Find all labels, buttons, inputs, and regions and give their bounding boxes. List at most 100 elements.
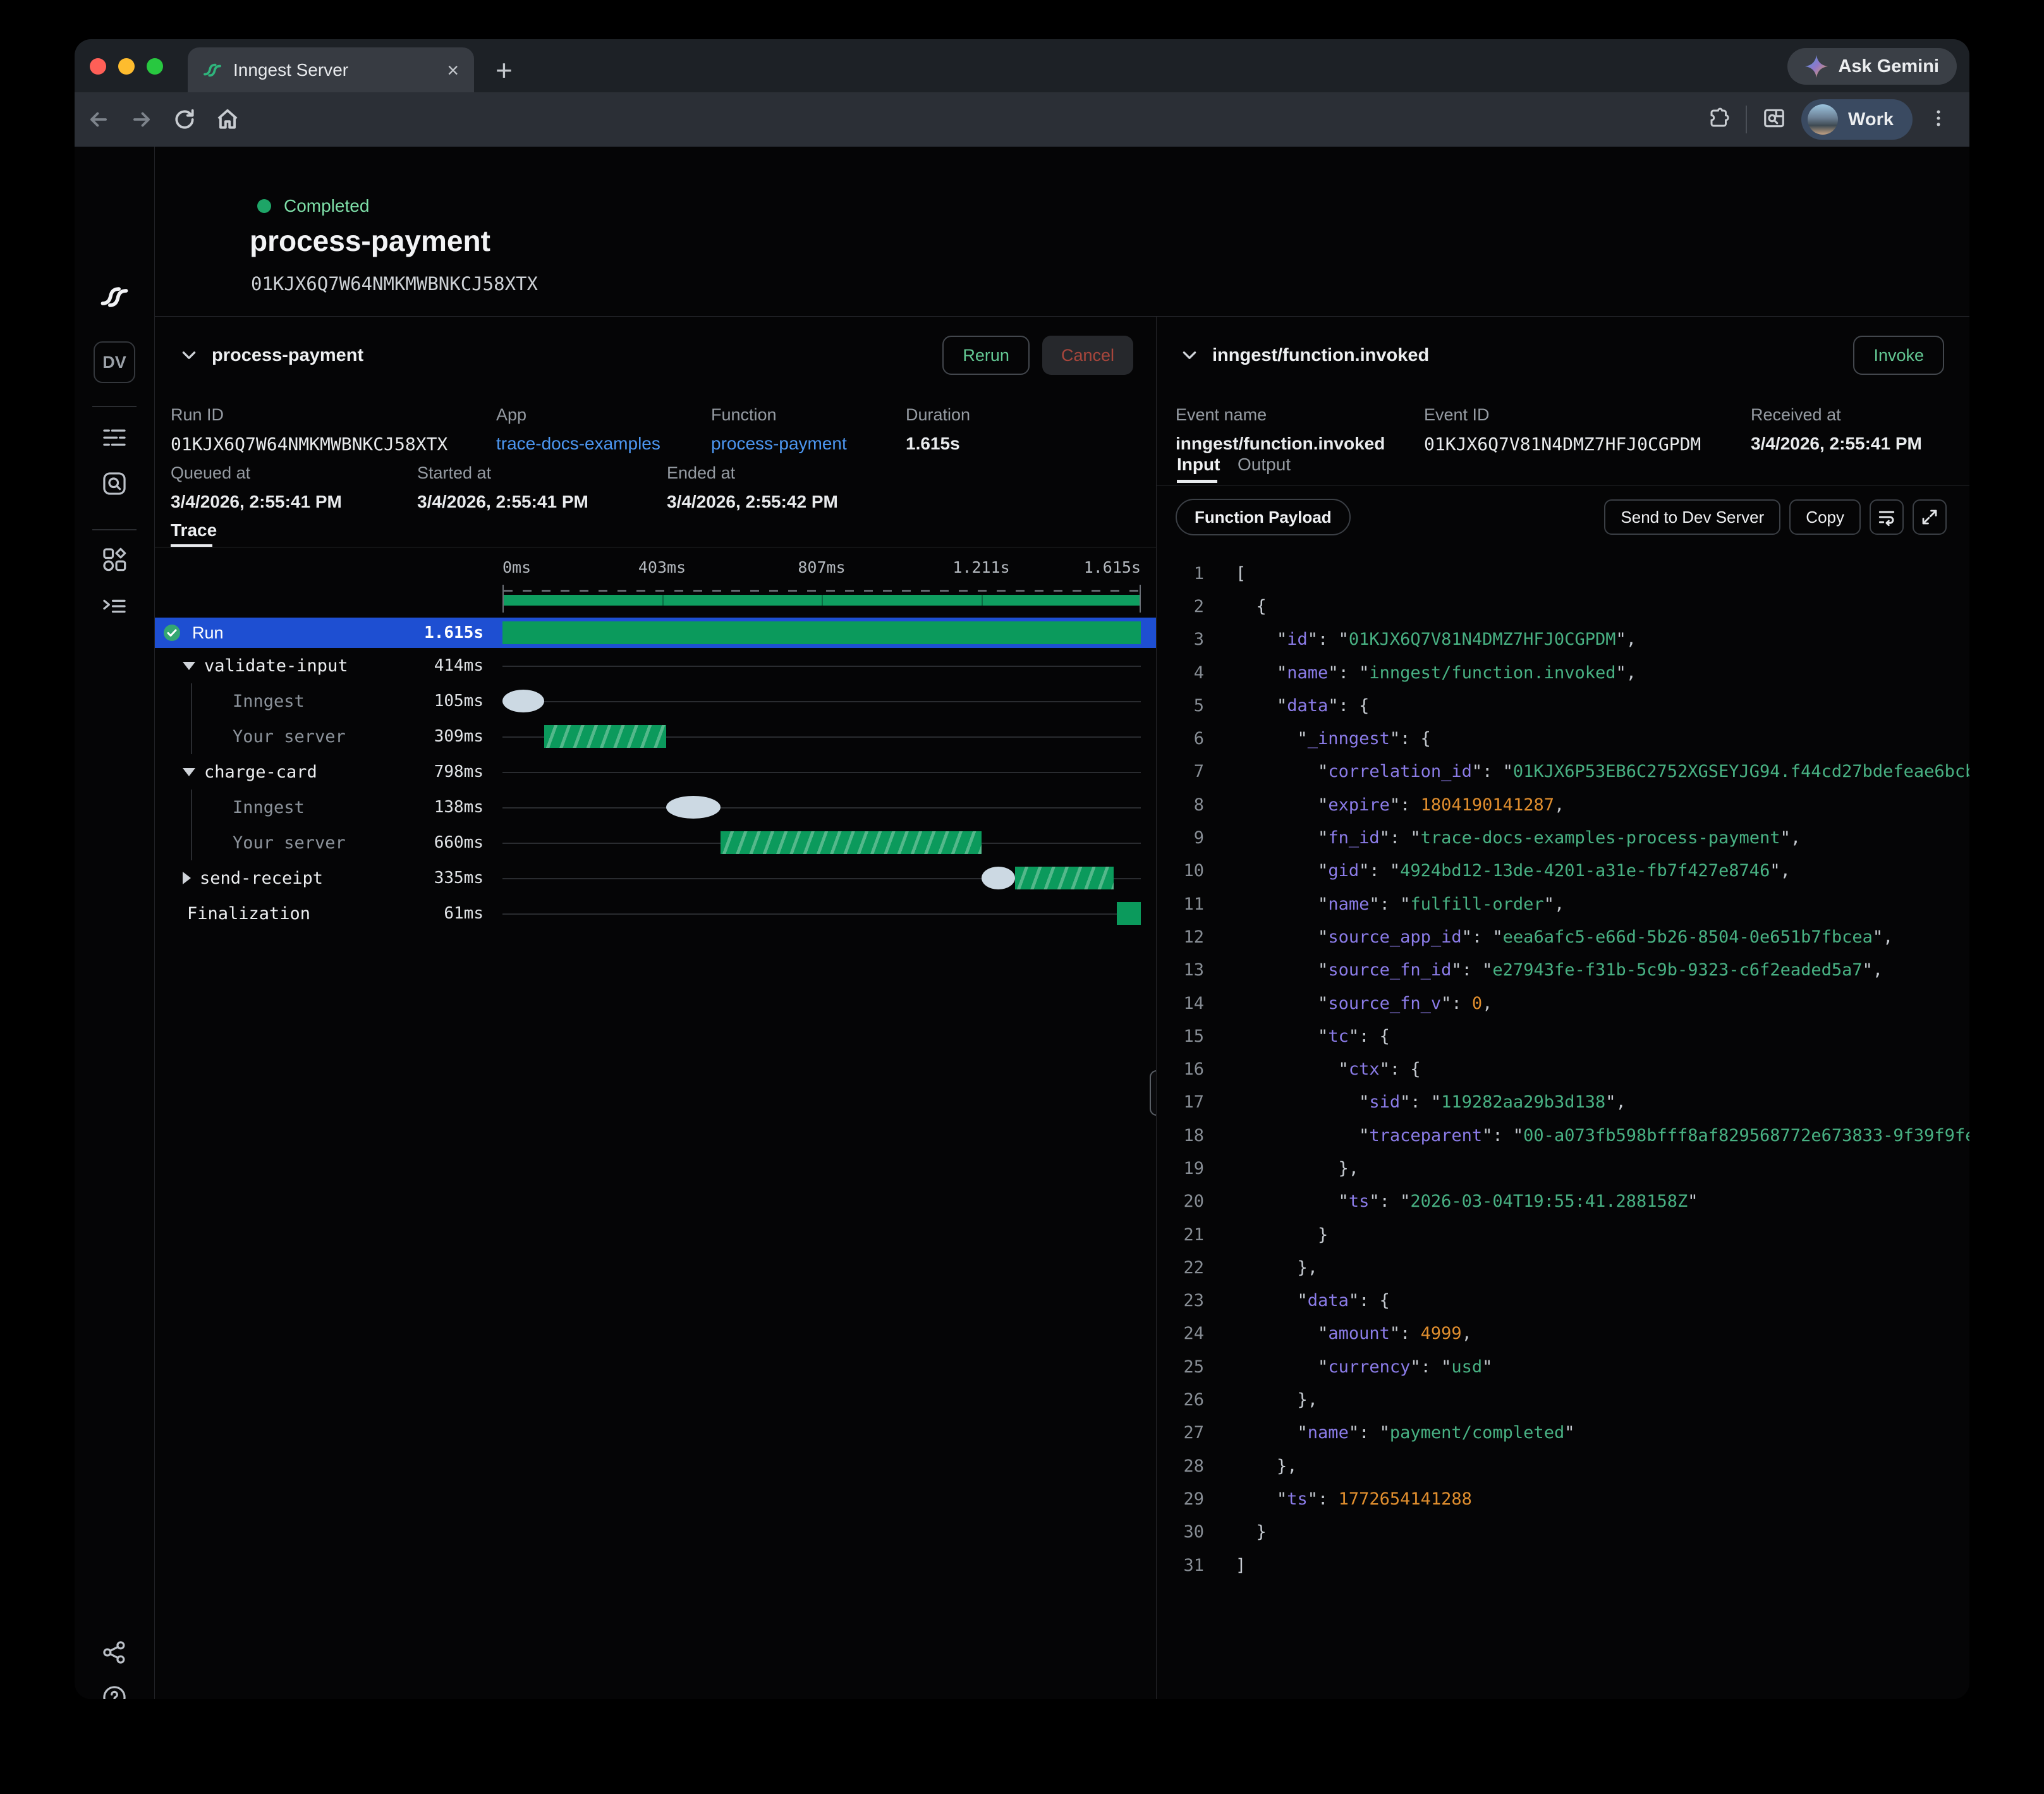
trace-row-label-area: Run1.615s — [155, 618, 502, 648]
input-tab-underline — [1177, 480, 1217, 483]
trace-span-bar — [1015, 867, 1114, 889]
line-number: 5 — [1157, 696, 1204, 716]
line-number: 18 — [1157, 1126, 1204, 1145]
line-number: 12 — [1157, 927, 1204, 947]
event-name-value: inngest/function.invoked — [1176, 434, 1385, 454]
workspace-badge[interactable]: DV — [94, 341, 135, 383]
sidebar-rail: DV — [75, 147, 155, 1699]
inngest-dev-server-app: DV — [75, 147, 1969, 1699]
field-run-id: Run ID 01KJX6Q7W64NMKMWBNKCJ58XTX — [171, 405, 447, 455]
app-link[interactable]: trace-docs-examples — [496, 434, 660, 454]
function-payload-pill[interactable]: Function Payload — [1176, 499, 1351, 535]
code-editor[interactable]: 1[2 {3 "id": "01KJX6Q7V81N4DMZ7HFJ0CGPDM… — [1157, 557, 1969, 1699]
cancel-button[interactable]: Cancel — [1042, 336, 1133, 375]
sidebar-item-events[interactable] — [101, 470, 128, 497]
browser-tab[interactable]: Inngest Server × — [188, 47, 474, 92]
trace-row-finalization[interactable]: Finalization61ms — [155, 896, 1156, 931]
chevron-right-icon[interactable] — [183, 872, 191, 884]
trace-step-name: charge-card — [204, 762, 317, 782]
line-number: 19 — [1157, 1159, 1204, 1178]
close-tab-icon[interactable]: × — [447, 60, 459, 80]
code-line: 3 "id": "01KJX6Q7V81N4DMZ7HFJ0CGPDM", — [1157, 623, 1969, 656]
trace-row-timeline — [502, 790, 1156, 825]
trace-row-charge-card[interactable]: charge-card798ms — [155, 754, 1156, 790]
field-duration: Duration 1.615s — [906, 405, 970, 454]
chevron-down-icon[interactable] — [180, 346, 198, 364]
reload-button[interactable] — [166, 92, 204, 147]
code-line: 22 }, — [1157, 1251, 1969, 1284]
timeline-gridline — [502, 772, 1141, 773]
event-id-label: Event ID — [1424, 405, 1701, 425]
trace-row-run[interactable]: Run1.615s — [155, 618, 1156, 648]
code-line: 7 "correlation_id": "01KJX6P53EB6C2752XG… — [1157, 755, 1969, 788]
workspace-badge-label: DV — [94, 341, 135, 383]
panel-resize-handle[interactable] — [1150, 1070, 1157, 1116]
trace-row-send-receipt[interactable]: send-receipt335ms — [155, 860, 1156, 896]
line-number: 30 — [1157, 1522, 1204, 1542]
sidebar-item-dev-console[interactable] — [101, 593, 128, 619]
minimap-end-cap — [1140, 585, 1141, 613]
trace-row-your-server[interactable]: Your server 660ms — [155, 825, 1156, 860]
code-line: 23 "data": { — [1157, 1284, 1969, 1317]
trace-row-inngest[interactable]: Inngest105ms — [155, 683, 1156, 719]
tree-connector-line — [191, 683, 192, 719]
close-window-button[interactable] — [90, 58, 106, 75]
expand-icon[interactable] — [1913, 499, 1947, 535]
tab-output[interactable]: Output — [1238, 455, 1291, 475]
window-controls — [90, 58, 163, 75]
line-number: 13 — [1157, 960, 1204, 980]
ask-gemini-button[interactable]: Ask Gemini — [1787, 48, 1957, 85]
share-icon[interactable] — [101, 1639, 128, 1666]
profile-chip[interactable]: Work — [1801, 99, 1913, 140]
home-button[interactable] — [209, 92, 246, 147]
sidebar-item-apps[interactable] — [101, 546, 128, 573]
code-line: 21 } — [1157, 1218, 1969, 1251]
line-number: 17 — [1157, 1092, 1204, 1112]
forward-button[interactable] — [123, 92, 161, 147]
tab-trace[interactable]: Trace — [171, 520, 217, 540]
rerun-button[interactable]: Rerun — [942, 336, 1030, 375]
timeline-minimap[interactable] — [502, 585, 1141, 613]
code-line: 14 "source_fn_v": 0, — [1157, 987, 1969, 1020]
chevron-down-icon[interactable] — [183, 768, 195, 776]
line-number: 10 — [1157, 861, 1204, 881]
line-number: 29 — [1157, 1489, 1204, 1509]
gemini-star-icon — [1805, 55, 1828, 78]
axis-tick-label: 1.211s — [952, 558, 1009, 577]
tab-input[interactable]: Input — [1177, 455, 1220, 475]
chevron-down-icon[interactable] — [183, 662, 195, 670]
axis-tick-label: 403ms — [638, 558, 686, 577]
event-section-header: inngest/function.invoked Invoke — [1181, 334, 1944, 376]
field-started-at: Started at 3/4/2026, 2:55:41 PM — [417, 463, 588, 512]
invoke-button[interactable]: Invoke — [1853, 336, 1944, 375]
trace-row-your-server[interactable]: Your server309ms — [155, 719, 1156, 754]
trace-row-timeline — [502, 860, 1156, 896]
menu-dots-icon[interactable] — [1928, 107, 1949, 132]
trace-step-name: Your server — [233, 833, 346, 853]
status-dot-icon — [257, 199, 271, 213]
trace-row-inngest[interactable]: Inngest138ms — [155, 790, 1156, 825]
desktop-background: Inngest Server × + Ask Gemini — [0, 0, 2044, 1794]
sidebar-item-runs[interactable] — [101, 424, 128, 450]
event-title: inngest/function.invoked — [1212, 345, 1429, 366]
code-line: 6 "_inngest": { — [1157, 722, 1969, 755]
side-panel-search-icon[interactable] — [1762, 106, 1786, 133]
trace-row-validate-input[interactable]: validate-input414ms — [155, 648, 1156, 683]
maximize-window-button[interactable] — [147, 58, 163, 75]
trace-step-duration: 660ms — [434, 833, 502, 852]
trace-step-duration: 138ms — [434, 798, 502, 817]
new-tab-button[interactable]: + — [496, 53, 513, 87]
word-wrap-icon[interactable] — [1870, 499, 1904, 535]
trace-row-label-area: validate-input414ms — [155, 648, 502, 683]
back-button[interactable] — [80, 92, 118, 147]
code-line: 5 "data": { — [1157, 689, 1969, 722]
trace-step-duration: 309ms — [434, 727, 502, 746]
function-link[interactable]: process-payment — [711, 434, 847, 454]
extensions-icon[interactable] — [1708, 107, 1731, 133]
send-to-dev-server-button[interactable]: Send to Dev Server — [1604, 499, 1780, 535]
line-number: 14 — [1157, 994, 1204, 1013]
copy-button[interactable]: Copy — [1789, 499, 1861, 535]
chevron-down-icon[interactable] — [1181, 346, 1198, 364]
minimize-window-button[interactable] — [118, 58, 135, 75]
help-icon[interactable] — [101, 1684, 128, 1699]
